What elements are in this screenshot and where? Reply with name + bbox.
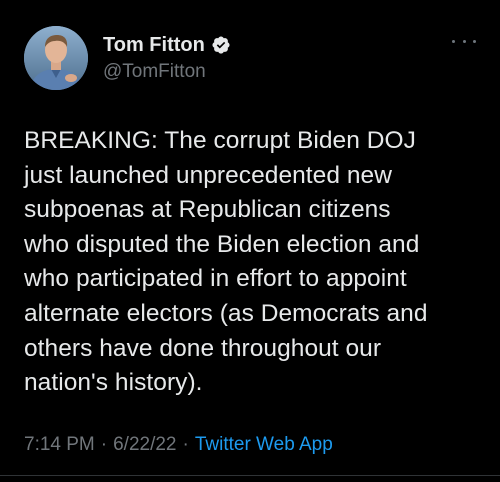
- avatar-image: [24, 26, 88, 90]
- meta-separator: ·: [100, 434, 108, 455]
- tweet-card: Tom Fitton @TomFitton BREAKING: The corr…: [0, 0, 500, 482]
- more-options-icon[interactable]: [452, 34, 476, 48]
- display-name[interactable]: Tom Fitton: [103, 33, 205, 57]
- tweet-meta: 7:14 PM · 6/22/22 · Twitter Web App: [24, 433, 333, 457]
- verified-badge-icon: [211, 35, 231, 55]
- divider: [0, 475, 500, 476]
- avatar[interactable]: [24, 26, 88, 90]
- tweet-source-link[interactable]: Twitter Web App: [195, 433, 333, 457]
- meta-separator: ·: [182, 434, 189, 455]
- tweet-time[interactable]: 7:14 PM: [24, 433, 95, 457]
- tweet-date[interactable]: 6/22/22: [113, 433, 176, 457]
- author-name-row[interactable]: Tom Fitton: [103, 33, 231, 57]
- author-handle[interactable]: @TomFitton: [103, 60, 206, 84]
- tweet-text: BREAKING: The corrupt Biden DOJ just lau…: [24, 127, 428, 397]
